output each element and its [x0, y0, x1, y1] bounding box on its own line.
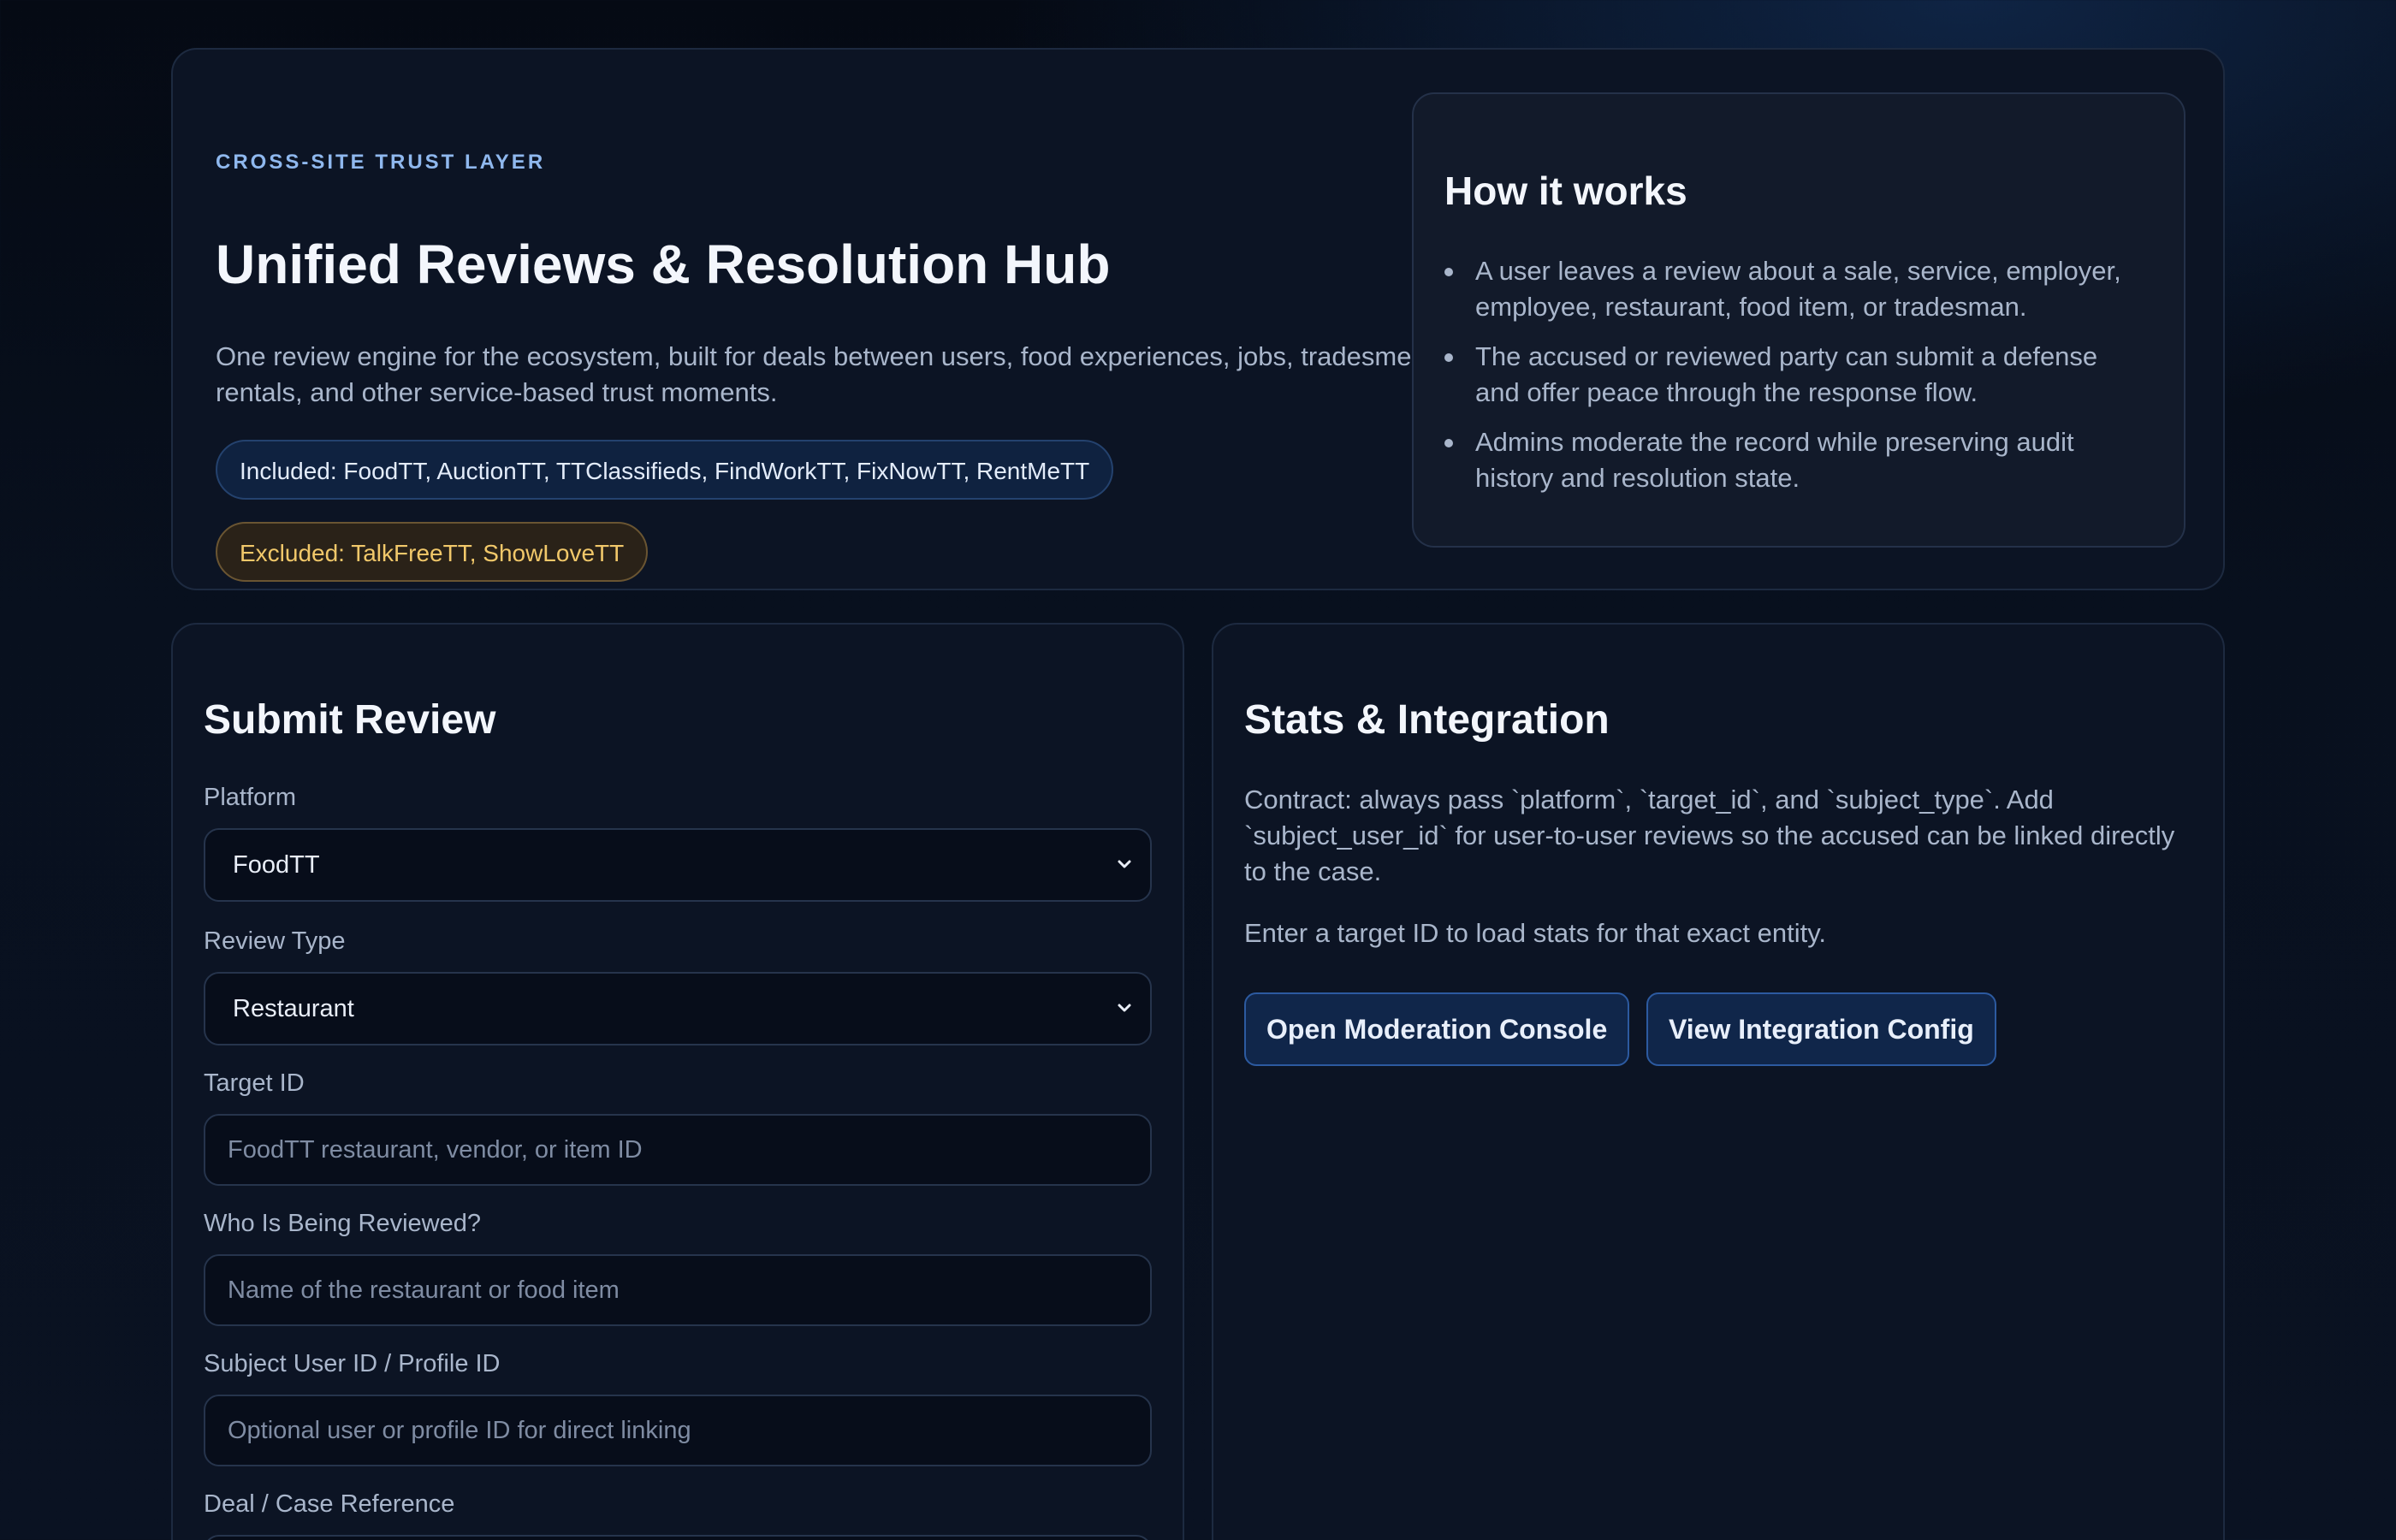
how-it-works-title: How it works — [1444, 169, 1687, 213]
step-text: A user leaves a review about a sale, ser… — [1475, 256, 2121, 322]
page-title: Unified Reviews & Resolution Hub — [216, 234, 1111, 295]
deal-reference-label: Deal / Case Reference — [204, 1490, 455, 1518]
view-integration-config-button[interactable]: View Integration Config — [1646, 992, 1996, 1066]
hero-card: CROSS-SITE TRUST LAYER Unified Reviews &… — [171, 48, 2225, 590]
target-id-input[interactable]: FoodTT restaurant, vendor, or item ID — [204, 1114, 1152, 1186]
who-reviewed-label: Who Is Being Reviewed? — [204, 1210, 481, 1237]
step-text: The accused or reviewed party can submit… — [1475, 341, 2098, 407]
review-type-select[interactable]: Restaurant — [204, 972, 1152, 1045]
chevron-down-icon — [1118, 860, 1131, 868]
excluded-platforms-badge: Excluded: TalkFreeTT, ShowLoveTT — [216, 522, 649, 582]
eyebrow-label: CROSS-SITE TRUST LAYER — [216, 151, 546, 174]
included-platforms-badge: Included: FoodTT, AuctionTT, TTClassifie… — [216, 440, 1114, 500]
platform-label: Platform — [204, 784, 296, 811]
who-reviewed-input[interactable]: Name of the restaurant or food item — [204, 1254, 1152, 1326]
who-reviewed-placeholder: Name of the restaurant or food item — [228, 1276, 620, 1304]
how-it-works-panel: How it works A user leaves a review abou… — [1412, 92, 2185, 548]
how-it-works-step: The accused or reviewed party can submit… — [1444, 339, 2146, 411]
review-type-select-value: Restaurant — [233, 995, 354, 1022]
how-it-works-step: A user leaves a review about a sale, ser… — [1444, 253, 2146, 325]
stats-integration-title: Stats & Integration — [1244, 697, 1610, 743]
target-id-placeholder: FoodTT restaurant, vendor, or item ID — [228, 1136, 643, 1164]
submit-review-card: Submit Review Platform FoodTT Review Typ… — [171, 623, 1184, 1540]
submit-review-title: Submit Review — [204, 697, 496, 743]
platform-select-value: FoodTT — [233, 851, 320, 879]
stats-integration-card: Stats & Integration Contract: always pas… — [1212, 623, 2225, 1540]
how-it-works-step: Admins moderate the record while preserv… — [1444, 424, 2146, 496]
chevron-down-icon — [1118, 1004, 1131, 1012]
subject-user-label: Subject User ID / Profile ID — [204, 1350, 501, 1377]
open-moderation-console-button[interactable]: Open Moderation Console — [1244, 992, 1630, 1066]
platform-select[interactable]: FoodTT — [204, 828, 1152, 902]
bullet-icon — [1444, 439, 1453, 447]
review-type-label: Review Type — [204, 927, 346, 955]
subject-user-placeholder: Optional user or profile ID for direct l… — [228, 1417, 691, 1444]
step-text: Admins moderate the record while preserv… — [1475, 427, 2074, 493]
target-id-label: Target ID — [204, 1069, 305, 1097]
integration-contract-text: Contract: always pass `platform`, `targe… — [1244, 785, 2175, 886]
bullet-icon — [1444, 353, 1453, 362]
stats-hint-text: Enter a target ID to load stats for that… — [1244, 918, 1827, 948]
hero-description: One review engine for the ecosystem, bui… — [216, 341, 1434, 407]
bullet-icon — [1444, 268, 1453, 276]
how-it-works-list: A user leaves a review about a sale, ser… — [1444, 253, 2146, 510]
subject-user-input[interactable]: Optional user or profile ID for direct l… — [204, 1395, 1152, 1466]
deal-reference-input[interactable] — [204, 1535, 1152, 1540]
